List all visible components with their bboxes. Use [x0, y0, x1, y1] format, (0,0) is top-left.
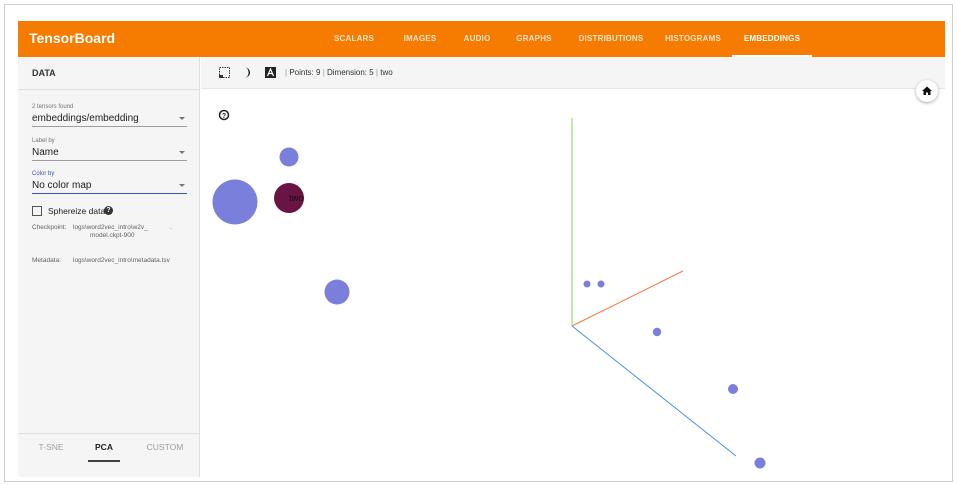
app-title: TensorBoard — [29, 30, 116, 46]
embedding-point[interactable] — [324, 279, 350, 305]
chevron-down-icon — [179, 151, 185, 154]
metadata-value: logs\word2vec_intro\metadata.tsv — [73, 257, 170, 264]
embedding-point[interactable] — [583, 280, 591, 288]
points-count: Points: 9 — [289, 68, 321, 77]
sphereize-label: Sphereize data — [48, 206, 106, 216]
x-axis — [571, 325, 737, 457]
chevron-down-icon — [179, 117, 185, 120]
data-panel-title: DATA — [32, 68, 56, 78]
embedding-point[interactable] — [212, 179, 258, 225]
tensor-select[interactable]: embeddings/embedding — [32, 111, 187, 127]
tab-images[interactable]: IMAGES — [403, 21, 437, 57]
selected-point-name: two — [380, 68, 393, 77]
color-by-value: No color map — [32, 180, 92, 191]
top-app-bar: TensorBoard SCALARS IMAGES AUDIO GRAPHS … — [18, 21, 945, 57]
svg-text:?: ? — [222, 113, 226, 120]
toolbar-status: | Points: 9 | Dimension: 5 | two — [285, 68, 393, 77]
help-icon[interactable]: ? — [104, 206, 113, 215]
label-by-value: Name — [32, 147, 59, 158]
label-toggle-icon[interactable] — [265, 67, 276, 78]
checkpoint-key: Checkpoint: — [32, 224, 67, 231]
checkpoint-dot: . — [170, 224, 172, 231]
embedding-point[interactable] — [728, 384, 738, 394]
projector-toolbar: | Points: 9 | Dimension: 5 | two — [201, 57, 945, 89]
embedding-point[interactable] — [597, 280, 605, 288]
tensor-select-value: embeddings/embedding — [32, 113, 139, 124]
tab-audio[interactable]: AUDIO — [462, 21, 492, 57]
selected-point-label: two — [289, 193, 304, 204]
label-by-label: Label by — [32, 138, 55, 144]
panel-divider — [18, 89, 200, 90]
select-rectangle-icon[interactable] — [219, 67, 230, 78]
embedding-point[interactable] — [279, 147, 299, 167]
color-by-label: Color by — [32, 171, 55, 177]
label-by-select[interactable]: Name — [32, 145, 187, 161]
checkpoint-value-line2: model.ckpt-900 — [90, 232, 135, 239]
tab-distributions[interactable]: DISTRIBUTIONS — [574, 21, 648, 57]
tab-embeddings[interactable]: EMBEDDINGS — [732, 21, 812, 57]
night-mode-icon[interactable] — [242, 67, 253, 78]
tab-pca[interactable]: PCA — [90, 442, 118, 452]
z-axis — [571, 270, 684, 327]
dimension-count: Dimension: 5 — [327, 68, 374, 77]
projection-divider — [18, 433, 200, 434]
tab-graphs[interactable]: GRAPHS — [515, 21, 553, 57]
sphereize-checkbox[interactable] — [32, 206, 42, 216]
data-panel: DATA 2 tensors found embeddings/embeddin… — [18, 57, 200, 477]
embedding-point[interactable] — [652, 327, 662, 337]
tab-custom[interactable]: CUSTOM — [146, 442, 184, 452]
color-by-select[interactable]: No color map — [32, 178, 187, 194]
tensors-found-label: 2 tensors found — [32, 104, 74, 110]
tab-tsne[interactable]: T-SNE — [38, 442, 64, 452]
embedding-scene[interactable]: ? — [201, 90, 945, 477]
active-tab-indicator — [88, 460, 120, 462]
chevron-down-icon — [179, 184, 185, 187]
tab-histograms[interactable]: HISTOGRAMS — [662, 21, 724, 57]
tab-scalars[interactable]: SCALARS — [334, 21, 374, 57]
embedding-point[interactable] — [754, 457, 766, 469]
checkpoint-value-line1: logs\word2vec_intro\w2v_ — [73, 224, 148, 231]
metadata-key: Metadata: — [32, 257, 61, 264]
help-circle-icon[interactable]: ? — [218, 109, 230, 121]
